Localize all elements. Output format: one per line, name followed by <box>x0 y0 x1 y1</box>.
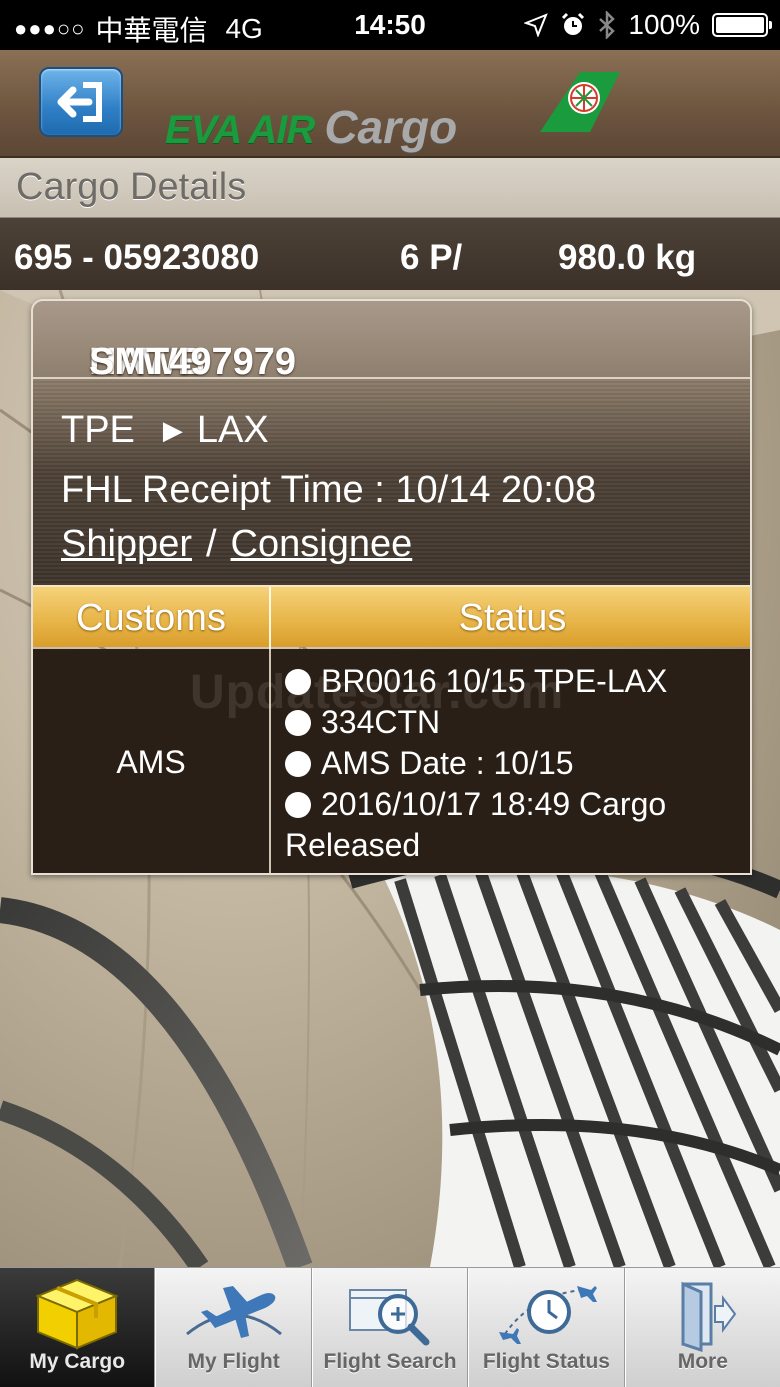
logout-button[interactable] <box>39 67 123 137</box>
fhl-label: FHL Receipt Time : <box>61 469 385 511</box>
bullet-icon <box>285 792 311 818</box>
brand-cargo-text: Cargo <box>324 101 458 153</box>
status-text: 2016/10/17 18:49 Cargo Released <box>285 786 667 863</box>
brand-logo: EVA AIR Cargo <box>165 90 457 150</box>
fhl-value: 10/14 20:08 <box>395 469 597 511</box>
tab-flight-status[interactable]: Flight Status <box>468 1268 625 1387</box>
bullet-icon <box>285 751 311 777</box>
watermark: Updatestar.com <box>190 666 565 719</box>
party-links: Shipper / Consignee <box>61 523 412 566</box>
hawb-detail-card: HAWB : SMT497979 TPE ▶ LAX FHL Receipt T… <box>31 299 752 875</box>
tab-flight-search[interactable]: Flight Search <box>311 1268 469 1387</box>
airplane-icon <box>185 1286 282 1338</box>
bluetooth-icon <box>599 11 616 39</box>
tab-label: My Flight <box>187 1350 280 1373</box>
tab-bar: My Cargo My Flight Flight Search Flight … <box>0 1267 780 1387</box>
tab-more[interactable]: More <box>624 1268 780 1387</box>
page-title: Cargo Details <box>16 166 247 208</box>
status-header: Status <box>458 596 567 639</box>
tab-my-cargo[interactable]: My Cargo <box>0 1268 156 1387</box>
table-header: Customs Status <box>33 585 750 649</box>
hawb-value: SMT497979 <box>89 341 297 383</box>
brand-eva-text: EVA AIR <box>165 108 315 152</box>
status-bar: ●●●○○ 中華電信 4G 14:50 100% <box>0 0 780 50</box>
tab-my-flight[interactable]: My Flight <box>155 1268 312 1387</box>
tab-label: Flight Status <box>482 1350 610 1373</box>
origin-code: TPE <box>61 409 135 451</box>
location-arrow-icon <box>524 13 549 37</box>
shipper-link[interactable]: Shipper <box>61 523 192 565</box>
clock-planes-icon <box>499 1286 598 1344</box>
tab-label: More <box>677 1350 728 1373</box>
consignee-link[interactable]: Consignee <box>231 523 413 565</box>
hawb-text: HAWB : SMT497979 <box>61 321 296 426</box>
route-line: TPE ▶ LAX <box>61 409 269 452</box>
eva-globe-logo-icon <box>540 72 620 132</box>
battery-icon <box>712 13 772 37</box>
exit-arrow-icon <box>57 82 102 122</box>
status-text: AMS Date : 10/15 <box>321 745 574 781</box>
customs-header: Customs <box>33 587 271 649</box>
link-separator: / <box>205 523 217 565</box>
hawb-header: HAWB : SMT497979 <box>33 301 750 426</box>
tab-label: Flight Search <box>323 1350 457 1373</box>
awb-number: 695 - 05923080 <box>14 238 260 277</box>
page-title-bar: Cargo Details <box>0 158 780 218</box>
weight-value: 980.0 kg <box>558 238 697 277</box>
alarm-icon <box>562 12 585 35</box>
play-arrow-icon: ▶ <box>162 415 183 445</box>
status-line-released: 2016/10/17 18:49 Cargo Released <box>285 784 745 866</box>
route-info: TPE ▶ LAX FHL Receipt Time : 10/14 20:08… <box>33 379 750 585</box>
app-header: EVA AIR Cargo <box>0 50 780 158</box>
tab-label: My Cargo <box>29 1350 126 1373</box>
magnifier-icon <box>349 1289 430 1346</box>
door-exit-icon <box>681 1281 737 1352</box>
pieces-count: 6 P/ <box>400 238 463 277</box>
cargo-summary: 695 - 05923080 6 P/ 980.0 kg <box>0 218 780 290</box>
battery-percent: 100% <box>628 9 700 40</box>
status-line-ams-date: AMS Date : 10/15 <box>285 743 745 784</box>
cargo-box-icon <box>35 1278 119 1350</box>
destination-code: LAX <box>196 409 269 451</box>
fhl-receipt-time: FHL Receipt Time : 10/14 20:08 <box>61 469 596 512</box>
